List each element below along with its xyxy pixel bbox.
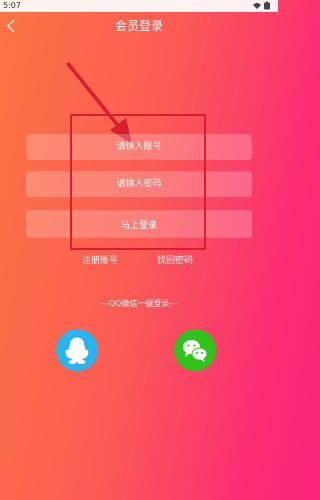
annotation-arrow <box>66 62 132 144</box>
wechat-icon <box>183 340 208 362</box>
page-title: 会员登录 <box>114 19 163 33</box>
register-link[interactable]: 注册账号 <box>82 254 118 268</box>
wifi-battery-icon <box>253 1 270 10</box>
qq-penguin-icon <box>65 337 89 364</box>
wechat-login-button[interactable] <box>174 329 216 371</box>
forgot-password-link[interactable]: 找回密码 <box>157 254 193 268</box>
status-bar: 5:07 <box>0 0 278 12</box>
annotation-highlight-box <box>70 114 206 250</box>
qq-login-button[interactable] <box>56 329 98 371</box>
social-login-divider: ---QQ微信一键登录--- <box>99 299 179 308</box>
status-time: 5:07 <box>3 1 21 10</box>
